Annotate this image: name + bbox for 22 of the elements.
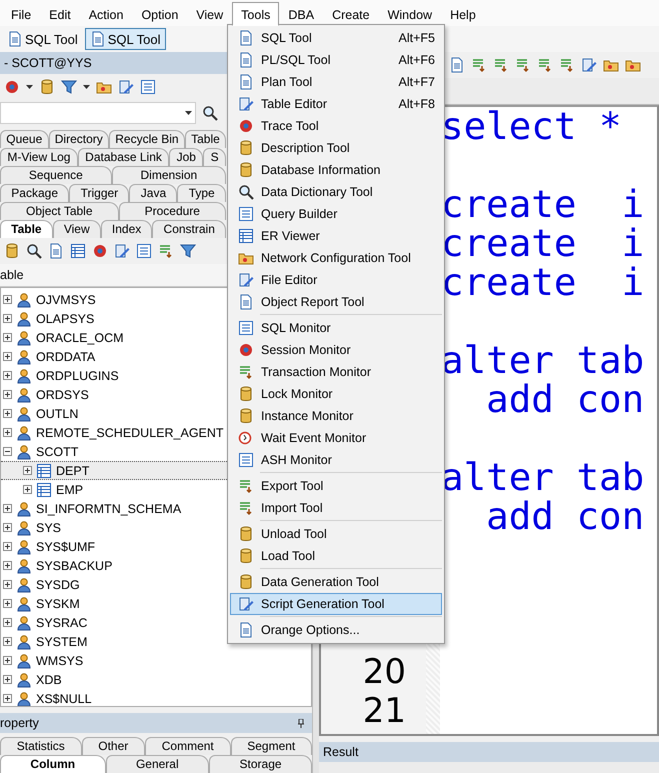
tab-label: SQL Tool [108, 32, 161, 46]
line-number: 21 [362, 692, 407, 731]
tab-label: SQL Tool [25, 32, 78, 46]
panel-title: roperty [0, 715, 39, 732]
menu-item-label: Plan Tool [261, 75, 314, 89]
shortcut-text: Alt+F7 [398, 75, 435, 89]
code-line: select * [441, 107, 623, 146]
line-number: 20 [362, 653, 407, 692]
menu-item-label: SQL Tool [261, 31, 313, 45]
code-line: create i [441, 263, 646, 302]
shortcut-text: Alt+F5 [398, 31, 435, 45]
code-line: add con [485, 380, 646, 419]
code-line: create i [441, 185, 646, 224]
code-line: add con [485, 497, 646, 536]
code-line: alter tab [441, 341, 646, 380]
shortcut-text: Alt+F6 [398, 53, 435, 67]
code-line: alter tab [441, 458, 646, 497]
menu-item-label: Load Tool [261, 549, 316, 563]
menu-item-label: Trace Tool [261, 119, 320, 133]
panel-title: Result [319, 742, 659, 762]
menu-item-label: ER Viewer [261, 229, 321, 243]
code-line: create i [441, 224, 646, 263]
